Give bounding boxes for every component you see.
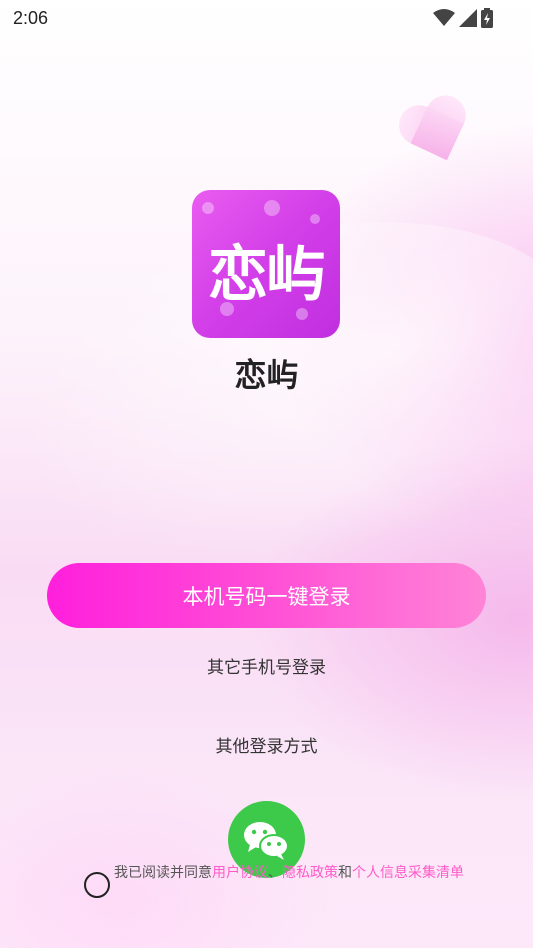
battery-icon bbox=[481, 8, 493, 28]
agreement-checkbox[interactable] bbox=[84, 872, 110, 898]
logo-text: 恋屿 bbox=[208, 240, 326, 310]
signal-icon bbox=[459, 9, 477, 27]
status-time: 2:06 bbox=[13, 8, 49, 28]
heart-decoration bbox=[398, 90, 488, 180]
one-click-login-button[interactable]: 本机号码一键登录 bbox=[47, 563, 486, 628]
agreement-text: 我已阅读并同意用户协议、隐私政策和个人信息采集清单 bbox=[114, 864, 474, 883]
other-phone-login-link[interactable]: 其它手机号登录 bbox=[0, 653, 533, 678]
user-agreement-link[interactable]: 用户协议 bbox=[212, 865, 268, 881]
status-icons bbox=[433, 8, 493, 28]
other-login-methods-label: 其他登录方式 bbox=[215, 737, 318, 757]
agreement-prefix: 我已阅读并同意 bbox=[114, 865, 212, 881]
wifi-icon bbox=[433, 9, 455, 26]
app-name: 恋屿 bbox=[234, 356, 299, 394]
agreement-and: 和 bbox=[338, 865, 352, 881]
status-bar: 2:06 bbox=[0, 0, 533, 36]
app-logo: 恋屿 bbox=[192, 190, 340, 338]
agreement-separator: 、 bbox=[268, 865, 282, 881]
privacy-policy-link[interactable]: 隐私政策 bbox=[282, 865, 338, 881]
info-list-link[interactable]: 个人信息采集清单 bbox=[352, 865, 464, 881]
